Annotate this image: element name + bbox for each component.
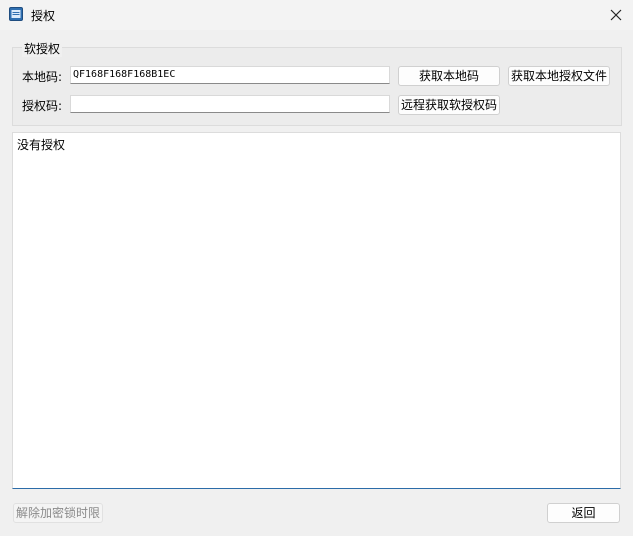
status-text: 没有授权 xyxy=(17,138,66,152)
local-code-label: 本地码: xyxy=(22,70,63,84)
status-text-area[interactable]: 没有授权 xyxy=(12,132,621,489)
get-local-code-button[interactable]: 获取本地码 xyxy=(398,66,500,86)
software-auth-group xyxy=(12,47,622,126)
title-bar: 授权 xyxy=(0,0,633,30)
remote-get-auth-code-button[interactable]: 远程获取软授权码 xyxy=(398,95,500,115)
get-local-auth-file-button[interactable]: 获取本地授权文件 xyxy=(508,66,610,86)
back-button[interactable]: 返回 xyxy=(547,503,620,523)
auth-code-field[interactable] xyxy=(70,95,390,113)
unlock-time-limit-button[interactable]: 解除加密锁时限 xyxy=(13,503,103,523)
auth-code-label: 授权码: xyxy=(22,99,63,113)
window-app-icon xyxy=(9,7,23,21)
software-auth-group-title: 软授权 xyxy=(22,40,63,57)
local-code-field[interactable]: QF168F168F168B1EC xyxy=(70,66,390,84)
close-button[interactable] xyxy=(599,0,633,30)
window-title: 授权 xyxy=(31,9,56,23)
close-icon xyxy=(610,9,622,21)
